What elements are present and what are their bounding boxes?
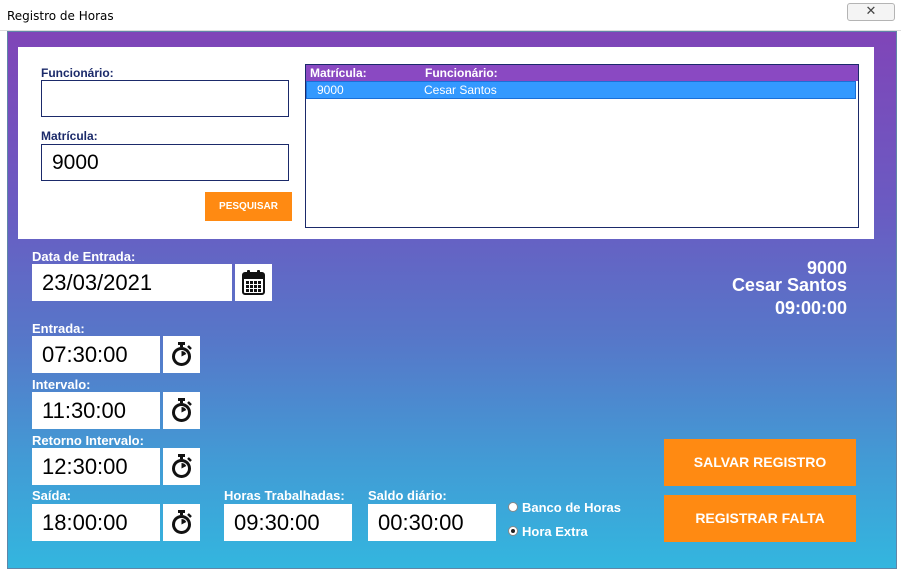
- retorno-input[interactable]: 12:30:00: [32, 448, 160, 485]
- hora-extra-label[interactable]: Hora Extra: [522, 524, 588, 539]
- entrada-label: Entrada:: [32, 321, 85, 336]
- date-picker-button[interactable]: [235, 264, 272, 301]
- saldo-diario-field: 00:30:00: [368, 504, 496, 541]
- results-list[interactable]: Matrícula: Funcionário: 9000 Cesar Santo…: [305, 64, 859, 228]
- list-item[interactable]: 9000 Cesar Santos: [306, 81, 856, 99]
- matricula-label: Matrícula:: [41, 129, 98, 143]
- retorno-label: Retorno Intervalo:: [32, 433, 144, 448]
- intervalo-label: Intervalo:: [32, 377, 91, 392]
- entrada-time-button[interactable]: [163, 336, 200, 373]
- results-header: Matrícula: Funcionário:: [306, 65, 858, 81]
- employee-name: Cesar Santos: [731, 275, 847, 295]
- saida-time-button[interactable]: [163, 504, 200, 541]
- search-panel: Funcionário: Matrícula: PESQUISAR Matríc…: [18, 47, 874, 239]
- date-input[interactable]: 23/03/2021: [32, 264, 232, 301]
- intervalo-time-button[interactable]: [163, 392, 200, 429]
- banco-de-horas-label[interactable]: Banco de Horas: [522, 500, 621, 515]
- matricula-input[interactable]: [41, 144, 289, 181]
- register-absence-button[interactable]: REGISTRAR FALTA: [664, 495, 856, 542]
- search-button[interactable]: PESQUISAR: [205, 192, 292, 221]
- funcionario-label: Funcionário:: [41, 66, 114, 80]
- close-button[interactable]: ✕: [847, 3, 895, 21]
- date-label: Data de Entrada:: [32, 249, 136, 264]
- employee-hours: 09:00:00: [774, 298, 847, 318]
- saida-input[interactable]: 18:00:00: [32, 504, 160, 541]
- hora-extra-radio[interactable]: [508, 526, 518, 536]
- horas-trabalhadas-field: 09:30:00: [224, 504, 352, 541]
- window-titlebar: Registro de Horas ✕: [0, 0, 901, 31]
- column-funcionario: Funcionário:: [425, 66, 498, 80]
- row-matricula: 9000: [317, 83, 344, 97]
- saida-label: Saída:: [32, 488, 72, 503]
- main-form: Funcionário: Matrícula: PESQUISAR Matríc…: [7, 31, 897, 569]
- column-matricula: Matrícula:: [310, 66, 367, 80]
- intervalo-input[interactable]: 11:30:00: [32, 392, 160, 429]
- retorno-time-button[interactable]: [163, 448, 200, 485]
- horas-trabalhadas-label: Horas Trabalhadas:: [224, 488, 345, 503]
- window-title: Registro de Horas: [7, 9, 114, 23]
- banco-de-horas-radio[interactable]: [508, 502, 518, 512]
- entrada-input[interactable]: 07:30:00: [32, 336, 160, 373]
- save-record-button[interactable]: SALVAR REGISTRO: [664, 439, 856, 486]
- row-funcionario: Cesar Santos: [424, 83, 497, 97]
- funcionario-input[interactable]: [41, 80, 289, 117]
- saldo-diario-label: Saldo diário:: [368, 488, 447, 503]
